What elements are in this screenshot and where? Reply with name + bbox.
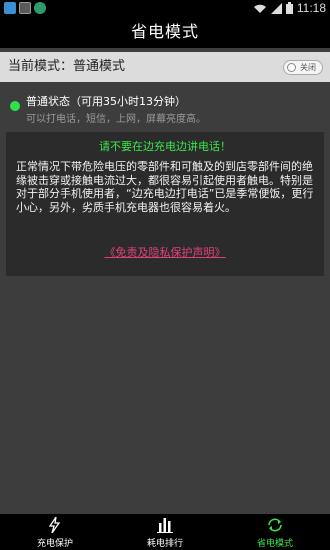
app-notification-icon (34, 2, 46, 14)
signal-icon (270, 2, 282, 14)
normal-status: 普通状态（可用35小时13分钟） 可以打电话，短信，上网，屏幕亮度高。 (0, 89, 330, 127)
current-mode-label: 当前模式：普通模式 (8, 59, 126, 74)
notice-body: 正常情况下带危险电压的零部件和可触及的到店零部件间的绝缘被击穿或接触电流过大，都… (16, 160, 314, 214)
tab-label: 省电模式 (256, 539, 293, 549)
toggle-label: 关闭 (300, 63, 316, 72)
safety-notice-panel: 请不要在边充电边讲电话！ 正常情况下带危险电压的零部件和可触及的到店零部件间的绝… (6, 132, 324, 276)
status-title: 普通状态（可用35小时13分钟） (26, 95, 186, 108)
bottom-tab-bar: 充电保护 耗电排行 省电模式 (0, 514, 330, 550)
page-title: 省电模式 (130, 22, 199, 41)
mode-toggle[interactable]: 关闭 (283, 60, 323, 75)
disclaimer-link[interactable]: 《免责及隐私保护声明》 (6, 244, 324, 260)
status-description: 可以打电话，短信，上网，屏幕亮度高。 (26, 114, 206, 125)
tab-label: 耗电排行 (146, 539, 183, 549)
status-bar: 11:18 (0, 0, 330, 16)
wifi-icon (253, 4, 266, 13)
tab-power-saving-mode[interactable]: 省电模式 (220, 514, 330, 550)
status-dot-icon (10, 101, 20, 111)
image-notification-icon (4, 2, 16, 14)
app-notification-icon (19, 2, 31, 14)
toggle-knob (287, 63, 296, 72)
tab-label: 充电保护 (36, 539, 73, 549)
notification-icons (4, 2, 46, 14)
battery-cycle-icon (268, 518, 282, 532)
title-bar: 省电模式 (0, 16, 330, 48)
tab-charge-protection[interactable]: 充电保护 (0, 514, 110, 550)
bar-chart-icon (157, 518, 173, 533)
tab-power-ranking[interactable]: 耗电排行 (110, 514, 220, 550)
clock: 11:18 (296, 1, 326, 15)
lightning-icon (48, 517, 61, 533)
charging-warning: 请不要在边充电边讲电话！ (99, 140, 231, 153)
battery-icon (285, 2, 293, 14)
system-status: 11:18 (253, 1, 326, 15)
current-mode-row: 当前模式：普通模式 关闭 (0, 52, 330, 82)
